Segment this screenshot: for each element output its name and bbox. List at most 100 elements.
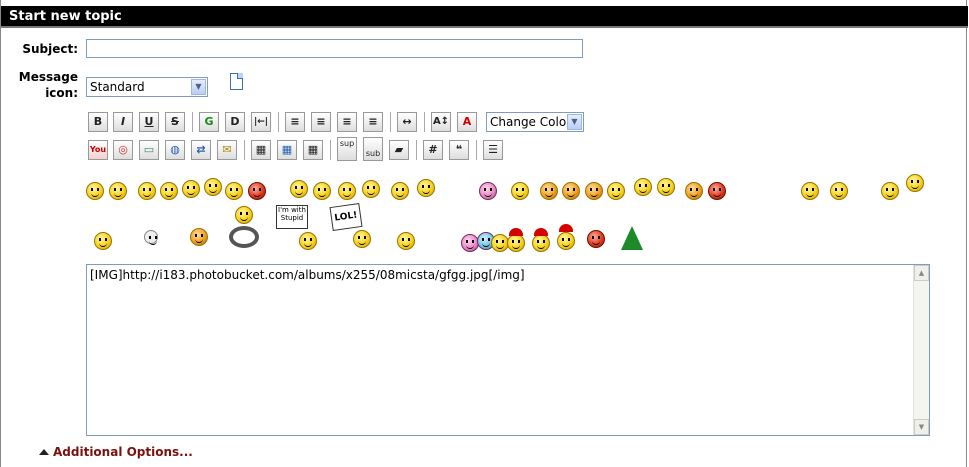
change-color-label: Change Color xyxy=(490,115,572,129)
table-row-button[interactable]: ▦ xyxy=(277,140,297,160)
bold-button[interactable]: B xyxy=(88,112,108,132)
youtube-button[interactable]: You xyxy=(88,140,108,160)
laugh-smiley-icon[interactable] xyxy=(906,174,924,192)
cold-smiley-icon[interactable] xyxy=(562,182,580,200)
santa-hat-smiley-icon[interactable] xyxy=(532,234,550,252)
message-icon-selected: Standard xyxy=(90,80,145,94)
grin-smiley-icon[interactable] xyxy=(225,182,243,200)
toolbar-divider xyxy=(416,140,417,160)
hyperlink-button[interactable]: ◍ xyxy=(165,140,185,160)
teletype-button[interactable]: ▰ xyxy=(389,140,409,160)
cheer-smiley-icon[interactable] xyxy=(182,180,200,198)
moose-smiley-icon[interactable] xyxy=(417,179,435,197)
align-left-button[interactable]: ≡ xyxy=(285,112,305,132)
font-size-button[interactable]: A↕ xyxy=(431,112,451,132)
huh-smiley-icon[interactable] xyxy=(607,182,625,200)
additional-options-link[interactable]: Additional Options... xyxy=(39,445,193,459)
toolbar-divider xyxy=(278,112,279,132)
santa-hat-smiley-icon[interactable] xyxy=(557,232,575,250)
group-smiley-icon[interactable] xyxy=(634,178,652,196)
santa-hat-smiley-icon[interactable] xyxy=(507,234,525,252)
image-button[interactable]: ▭ xyxy=(139,140,159,160)
align-right-button[interactable]: ≡ xyxy=(363,112,383,132)
message-icon-select[interactable]: Standard ▼ xyxy=(86,77,208,97)
scroll-up-icon[interactable]: ▲ xyxy=(914,265,929,281)
shadow-button[interactable]: D xyxy=(225,112,245,132)
code-button[interactable]: # xyxy=(423,140,443,160)
cool-smiley-icon[interactable] xyxy=(313,182,331,200)
subject-input[interactable] xyxy=(86,39,583,58)
angel-smiley-icon[interactable] xyxy=(290,180,308,198)
horizontal-rule-button[interactable]: ↔ xyxy=(397,112,417,132)
scared-smiley-icon[interactable] xyxy=(540,182,558,200)
toolbar-divider xyxy=(424,112,425,132)
quote-button[interactable]: ❝ xyxy=(449,140,469,160)
email-icon: ✉ xyxy=(222,143,232,156)
subject-label: Subject: xyxy=(22,42,78,56)
chevron-down-icon[interactable]: ▼ xyxy=(567,114,582,130)
font-color-button[interactable]: A xyxy=(457,112,477,132)
list-icon: ☰ xyxy=(488,143,498,156)
additional-options-label: Additional Options... xyxy=(53,445,193,459)
toolbar-divider xyxy=(390,112,391,132)
banana-smiley-icon[interactable] xyxy=(94,232,112,250)
align-middle-icon: ≡ xyxy=(342,115,352,128)
subscript-button[interactable]: sub xyxy=(363,137,383,161)
blush-smiley-icon[interactable] xyxy=(685,182,703,200)
dizzy-smiley-icon[interactable] xyxy=(338,182,356,200)
align-center-button[interactable]: ≡ xyxy=(311,112,331,132)
christmas-tree-icon[interactable] xyxy=(621,226,643,250)
megaphone-smiley-icon[interactable] xyxy=(248,182,266,200)
align-middle-button[interactable]: ≡ xyxy=(337,112,357,132)
vertical-scrollbar[interactable]: ▲ ▼ xyxy=(913,265,929,435)
whistle-smiley-icon[interactable] xyxy=(397,232,415,250)
sad-smiley-icon[interactable] xyxy=(362,180,380,198)
group2-smiley-icon[interactable] xyxy=(657,178,675,196)
computer-smiley-icon[interactable] xyxy=(830,182,848,200)
pre-button[interactable]: |←| xyxy=(251,112,271,132)
document-icon xyxy=(230,73,243,90)
devil-smiley-icon[interactable] xyxy=(708,182,726,200)
lol-smiley-icon[interactable] xyxy=(353,230,371,248)
surprised-smiley-icon[interactable] xyxy=(881,182,899,200)
cheesy-smiley-icon[interactable] xyxy=(160,182,178,200)
underline-button[interactable]: U xyxy=(139,112,159,132)
shocked-smiley-icon[interactable] xyxy=(204,178,222,196)
glow-button[interactable]: G xyxy=(199,112,219,132)
change-color-select[interactable]: Change Color ▼ xyxy=(486,112,584,132)
flash-icon: ◎ xyxy=(118,143,128,156)
sleepy-smiley-icon[interactable] xyxy=(391,182,409,200)
scroll-down-icon[interactable]: ▼ xyxy=(914,419,929,435)
chicken-smiley-icon[interactable] xyxy=(585,182,603,200)
italic-button[interactable]: I xyxy=(113,112,133,132)
align-left-icon: ≡ xyxy=(290,115,300,128)
image-icon: ▭ xyxy=(143,143,155,156)
table-column-button[interactable]: ▦ xyxy=(303,140,323,160)
message-textarea[interactable]: [IMG]http://i183.photobucket.com/albums/… xyxy=(86,264,930,436)
message-icon-label-1: Message xyxy=(18,70,78,84)
superscript-button[interactable]: sup xyxy=(337,137,357,161)
chevron-down-icon[interactable]: ▼ xyxy=(191,79,206,95)
post-form: Start new topic Subject: Message icon: S… xyxy=(0,0,968,467)
strike-button[interactable]: S xyxy=(165,112,185,132)
thumbs-up-smiley-icon[interactable] xyxy=(109,182,127,200)
smiley-icon[interactable] xyxy=(86,182,104,200)
jester-smiley-icon[interactable] xyxy=(190,228,208,246)
tiny-smiley-icon[interactable] xyxy=(144,230,158,245)
table-button[interactable]: ▦ xyxy=(251,140,271,160)
santa-icon[interactable] xyxy=(587,230,605,248)
music-smiley-icon[interactable] xyxy=(511,182,529,200)
ftp-button[interactable]: ⇄ xyxy=(191,140,211,160)
toolbar-divider xyxy=(244,140,245,160)
stupid-smiley-icon[interactable] xyxy=(299,232,317,250)
driving-smiley-icon[interactable] xyxy=(235,206,253,224)
flash-button[interactable]: ◎ xyxy=(113,140,133,160)
page-title: Start new topic xyxy=(1,6,968,28)
wink-smiley-icon[interactable] xyxy=(138,182,156,200)
list-button[interactable]: ☰ xyxy=(483,140,503,160)
email-button[interactable]: ✉ xyxy=(217,140,237,160)
align-right-icon: ≡ xyxy=(368,115,378,128)
steering-wheel-icon xyxy=(229,226,259,248)
shotgun-smiley-icon[interactable] xyxy=(801,182,819,200)
love-smiley-icon[interactable] xyxy=(479,182,497,200)
